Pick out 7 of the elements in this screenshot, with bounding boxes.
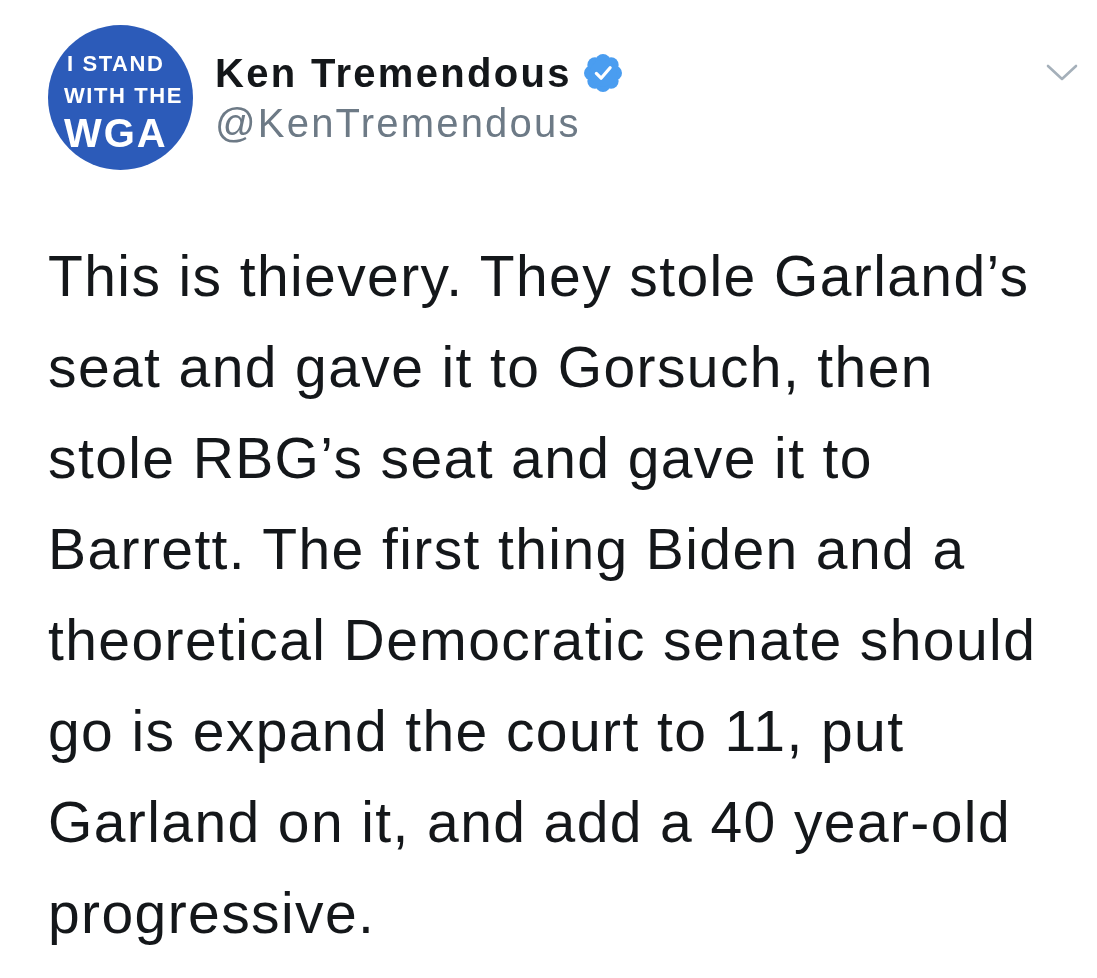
avatar-text: WGA bbox=[64, 111, 168, 154]
display-name: Ken Tremendous bbox=[215, 50, 572, 97]
tweet-text: This is thievery. They stole Garland’s seat and gave it to Gorsuch, then stole RBG’s seat and gave it to Barrett. The first thing Biden and a theoretical Democratic senate should go is expand the court to 11, put Garland on it, and add a 40 year-old progressive. bbox=[48, 243, 1038, 947]
avatar-text: I STAND bbox=[66, 49, 165, 78]
chevron-down-icon[interactable] bbox=[1046, 64, 1078, 81]
user-handle: @KenTremendous bbox=[215, 100, 581, 147]
avatar-text: WITH THE bbox=[64, 81, 184, 110]
